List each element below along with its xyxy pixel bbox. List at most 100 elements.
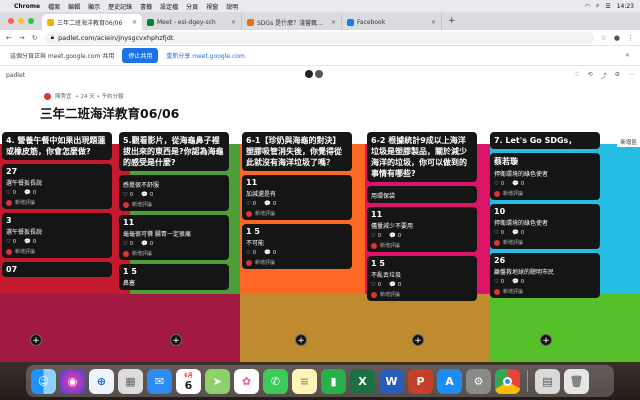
reaction-count[interactable]: 💬 0 xyxy=(512,279,524,285)
menu-clock[interactable]: 14:23 xyxy=(617,3,634,10)
remake-icon[interactable]: ⟲ xyxy=(588,71,593,80)
reaction-count[interactable]: 💬 0 xyxy=(389,233,401,239)
url-field[interactable]: 🔒︎ padlet.com/aciein/jnysgcvxhphzfjdt xyxy=(44,31,594,44)
downloads-icon[interactable]: ▤ xyxy=(535,368,560,394)
add-comment[interactable]: 新增評論 xyxy=(123,250,225,257)
reaction-count[interactable]: 💬 0 xyxy=(264,201,276,207)
minimize-window-icon[interactable] xyxy=(18,18,24,24)
calendar-icon[interactable]: 6月 6 xyxy=(176,368,201,394)
browser-tab[interactable]: 三年二班海洋教育06/06 ✕ xyxy=(42,14,142,30)
stop-sharing-button[interactable]: 停止共用 xyxy=(122,48,159,63)
close-tab-icon[interactable]: ✕ xyxy=(132,19,137,26)
powerpoint-icon[interactable]: P xyxy=(408,368,433,394)
add-comment[interactable]: 新增評論 xyxy=(371,242,473,249)
post-card[interactable]: 07 xyxy=(2,262,112,277)
reaction-count[interactable]: ♡ 0 xyxy=(494,279,504,285)
reaction-count[interactable]: ♡ 0 xyxy=(6,239,16,245)
reaction-count[interactable]: ♡ 0 xyxy=(371,233,381,239)
menu-edit[interactable]: 編輯 xyxy=(68,2,80,11)
add-post-button[interactable]: + xyxy=(412,334,424,346)
browser-tab[interactable]: Facebook ✕ xyxy=(342,14,442,30)
mail-icon[interactable]: ✉ xyxy=(147,368,172,394)
post-card[interactable]: 11 加減還是有 ♡ 0 💬 0 新增評論 xyxy=(242,175,352,220)
safari-icon[interactable]: ⊕ xyxy=(89,368,114,394)
wifi-icon[interactable]: ◠ xyxy=(585,3,590,10)
search-icon[interactable]: ⌕ xyxy=(596,2,599,10)
control-center-icon[interactable]: ☰ xyxy=(605,3,610,10)
word-icon[interactable]: W xyxy=(379,368,404,394)
close-icon[interactable]: ✕ xyxy=(625,52,630,59)
menu-history[interactable]: 歷史記錄 xyxy=(108,2,132,11)
add-comment[interactable]: 新增評論 xyxy=(494,239,596,246)
reaction-count[interactable]: 💬 0 xyxy=(24,190,36,196)
forward-icon[interactable]: → xyxy=(19,34,25,42)
post-card[interactable]: 26 離盤救地球的聰明市民 ♡ 0 💬 0 新增評論 xyxy=(490,253,600,298)
add-comment[interactable]: 新增評論 xyxy=(6,248,108,255)
column-title[interactable]: 4. 營養午餐中如果出現題蓮或橡皮筋，你會怎麼做? xyxy=(2,132,112,160)
menu-help[interactable]: 說明 xyxy=(226,2,238,11)
more-icon[interactable]: ⋯ xyxy=(628,71,634,80)
add-comment[interactable]: 新增評論 xyxy=(246,210,348,217)
avatar[interactable] xyxy=(305,70,313,78)
post-card[interactable]: 1 5 不可能 ♡ 0 💬 0 新增評論 xyxy=(242,224,352,269)
notes-icon[interactable]: ≡ xyxy=(292,368,317,394)
system-preferences-icon[interactable]: ⚙ xyxy=(466,368,491,394)
reaction-count[interactable]: ♡ 0 xyxy=(494,230,504,236)
column-title[interactable]: 6-1【珍奶與海龜的對決】塑膠吸管消失後，你覺得從此就沒有海洋垃圾了嗎？ xyxy=(242,132,352,171)
post-card[interactable]: 1 5 不亂丟垃圾 ♡ 0 💬 0 新增評論 xyxy=(367,256,477,301)
column-title[interactable]: 6-2 根據統計9成以上海洋垃圾是塑膠製品，關於減少海洋的垃圾，你可以做到的事情… xyxy=(367,132,477,182)
reaction-count[interactable]: ♡ 0 xyxy=(123,192,133,198)
reaction-count[interactable]: 💬 0 xyxy=(141,192,153,198)
more-menu-icon[interactable]: ⋮ xyxy=(627,34,634,42)
padlet-brand[interactable]: padlet xyxy=(6,72,25,79)
bookmark-star-icon[interactable]: ☆ xyxy=(601,34,607,42)
photos-icon[interactable]: ✿ xyxy=(234,368,259,394)
post-card[interactable]: 用環保袋 xyxy=(367,186,477,203)
launchpad-icon[interactable]: ▦ xyxy=(118,368,143,394)
new-tab-icon[interactable]: + xyxy=(442,16,462,26)
reaction-count[interactable]: 💬 0 xyxy=(512,181,524,187)
reshare-link[interactable]: 重新分享 meet.google.com xyxy=(166,51,244,60)
post-card[interactable]: 感覺很不舒服 ♡ 0 💬 0 新增評論 xyxy=(119,175,229,211)
browser-tab[interactable]: Meet - esi-dgey-sch ✕ xyxy=(142,14,242,30)
app-store-icon[interactable]: A xyxy=(437,368,462,394)
profile-icon[interactable]: ● xyxy=(614,34,620,42)
menu-file[interactable]: 檔案 xyxy=(48,2,60,11)
chrome-icon[interactable] xyxy=(495,368,520,394)
siri-icon[interactable]: ◉ xyxy=(60,368,85,394)
add-post-button[interactable]: + xyxy=(295,334,307,346)
avatar[interactable] xyxy=(315,70,323,78)
menu-bookmarks[interactable]: 書籤 xyxy=(140,2,152,11)
close-tab-icon[interactable]: ✕ xyxy=(231,19,236,26)
numbers-icon[interactable]: ▮ xyxy=(321,368,346,394)
menu-tab[interactable]: 分頁 xyxy=(186,2,198,11)
reaction-count[interactable]: ♡ 0 xyxy=(246,201,256,207)
add-comment[interactable]: 新增評論 xyxy=(494,288,596,295)
reaction-count[interactable]: ♡ 0 xyxy=(371,282,381,288)
back-icon[interactable]: ← xyxy=(6,34,12,42)
trash-icon[interactable]: 🗑︎ xyxy=(564,368,589,394)
share-icon[interactable]: ⤴ xyxy=(601,71,607,80)
post-card[interactable]: 11 儘量減少不要用 ♡ 0 💬 0 新增評論 xyxy=(367,207,477,252)
messages-icon[interactable]: ✆ xyxy=(263,368,288,394)
finder-icon[interactable]: ☺ xyxy=(31,368,56,394)
close-tab-icon[interactable]: ✕ xyxy=(431,19,436,26)
reaction-count[interactable]: ♡ 0 xyxy=(494,181,504,187)
add-post-button[interactable]: + xyxy=(30,334,42,346)
post-card[interactable]: 1 5 鼻塞 xyxy=(119,264,229,290)
zoom-window-icon[interactable] xyxy=(28,18,34,24)
reaction-count[interactable]: ♡ 0 xyxy=(123,241,133,247)
reaction-count[interactable]: 💬 0 xyxy=(264,250,276,256)
close-window-icon[interactable] xyxy=(8,18,14,24)
reaction-count[interactable]: ♡ 0 xyxy=(246,250,256,256)
add-section-label[interactable]: 新增區 xyxy=(617,137,640,147)
post-card[interactable]: 11 龜龜很可憐 腸胃一定很痛 ♡ 0 💬 0 新增評論 xyxy=(119,215,229,260)
menu-profiles[interactable]: 設定檔 xyxy=(160,2,178,11)
close-tab-icon[interactable]: ✕ xyxy=(331,19,336,26)
browser-tab[interactable]: SDGs 是什麼？淺嘗輒止？超越...✕ xyxy=(242,14,342,30)
settings-icon[interactable]: ⚙ xyxy=(615,71,620,80)
add-comment[interactable]: 新增評論 xyxy=(494,190,596,197)
add-comment[interactable]: 新增評論 xyxy=(371,291,473,298)
add-post-button[interactable]: + xyxy=(170,334,182,346)
reload-icon[interactable]: ↻ xyxy=(32,34,38,42)
